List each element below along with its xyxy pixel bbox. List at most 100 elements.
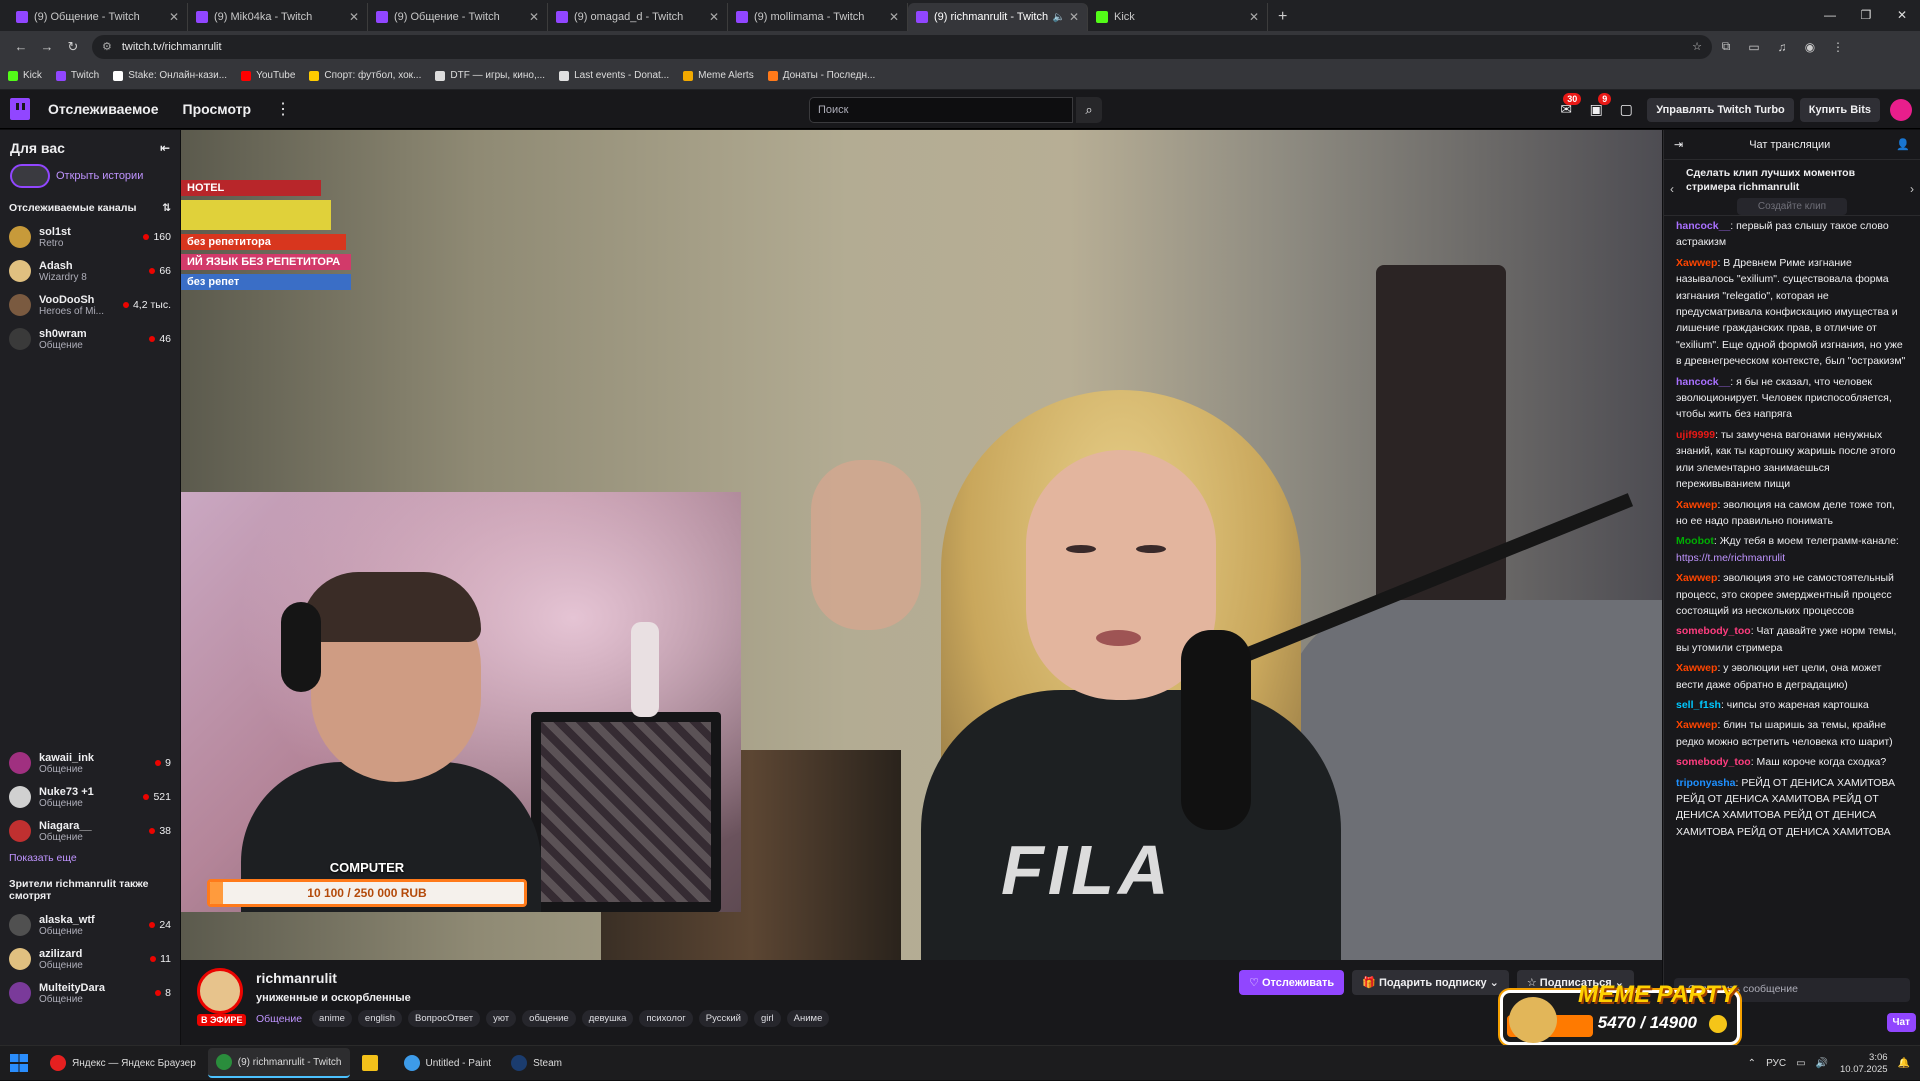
browser-tab[interactable]: Kick ✕ — [1088, 3, 1268, 31]
chat-username[interactable]: triponyasha — [1676, 777, 1736, 789]
taskbar-app[interactable]: Untitled - Paint — [396, 1048, 500, 1078]
windows-start-icon[interactable] — [10, 1054, 28, 1072]
stream-tag[interactable]: girl — [753, 1010, 781, 1027]
tray-chevron-icon[interactable]: ⌃ — [1748, 1058, 1756, 1069]
taskbar-app[interactable] — [354, 1048, 392, 1078]
buy-bits-button[interactable]: Купить Bits — [1799, 97, 1880, 122]
turbo-button[interactable]: Управлять Twitch Turbo — [1647, 97, 1794, 122]
bookmark-item[interactable]: Meme Alerts — [683, 70, 754, 81]
stream-tag[interactable]: Русский — [698, 1010, 748, 1027]
video-player[interactable]: HOTEL без репетитора ИЙ ЯЗЫК БЕЗ РЕПЕТИТ… — [181, 130, 1662, 960]
extensions-icon[interactable]: ⧉ — [1712, 39, 1740, 54]
search-input[interactable]: Поиск — [809, 97, 1073, 123]
browser-tab[interactable]: (9) richmanrulit - Twitch 🔈 ✕ — [908, 3, 1088, 31]
chat-username[interactable]: Moobot — [1676, 535, 1714, 547]
volume-icon[interactable]: 🔊 — [1816, 1058, 1828, 1069]
bookmark-item[interactable]: Kick — [8, 70, 42, 81]
stream-tag[interactable]: психолог — [639, 1010, 693, 1027]
stories-button[interactable]: Открыть истории — [0, 162, 180, 196]
url-field[interactable]: ⚙ twitch.tv/richmanrulit ☆ — [92, 34, 1712, 59]
chat-username[interactable]: sell_f1sh — [1676, 699, 1721, 711]
stream-tag[interactable]: уют — [486, 1010, 517, 1027]
chat-username[interactable]: Хаwwер — [1676, 662, 1717, 674]
bookmark-item[interactable]: Stake: Онлайн-кази... — [113, 70, 227, 81]
nav-browse[interactable]: Просмотр — [183, 101, 252, 117]
close-tab-icon[interactable]: ✕ — [529, 10, 539, 24]
chat-send-button[interactable]: Чат — [1886, 1013, 1916, 1032]
clock[interactable]: 3:06 10.07.2025 — [1840, 1052, 1888, 1076]
stream-tag[interactable]: ВопросОтвет — [408, 1010, 481, 1027]
follow-button[interactable]: ♡ Отслеживать — [1239, 970, 1345, 995]
chat-username[interactable]: Хаwwер — [1676, 719, 1717, 731]
bookmark-star-icon[interactable]: ☆ — [1692, 40, 1702, 53]
collapse-chat-icon[interactable]: ⇥ — [1674, 138, 1683, 151]
browser-tab[interactable]: (9) Mik04ka - Twitch ✕ — [188, 3, 368, 31]
stream-tag[interactable]: Аниме — [786, 1010, 830, 1027]
chat-username[interactable]: hancock__ — [1676, 376, 1730, 388]
close-tab-icon[interactable]: ✕ — [349, 10, 359, 24]
streamer-name[interactable]: richmanrulit — [256, 970, 337, 986]
bookmark-item[interactable]: DTF — игры, кино,... — [435, 70, 545, 81]
sidebar-channel[interactable]: Nuke73 +1 Общение 521 — [0, 780, 180, 814]
chat-username[interactable]: Хаwwер — [1676, 257, 1717, 269]
browser-tab[interactable]: (9) omagad_d - Twitch ✕ — [548, 3, 728, 31]
browser-menu-icon[interactable]: ⋮ — [1824, 40, 1852, 54]
forward-icon[interactable]: → — [34, 39, 60, 54]
taskbar-app[interactable]: (9) richmanrulit - Twitch — [207, 1048, 350, 1078]
close-tab-icon[interactable]: ✕ — [1249, 10, 1259, 24]
back-icon[interactable]: ← — [8, 39, 34, 54]
bookmark-item[interactable]: Спорт: футбол, хок... — [309, 70, 421, 81]
twitch-logo-icon[interactable] — [10, 98, 30, 120]
media-icon[interactable]: ♫ — [1768, 40, 1796, 54]
streamer-avatar[interactable] — [197, 968, 243, 1014]
whispers-icon[interactable]: ▢ — [1611, 101, 1641, 118]
sidebar-channel[interactable]: sol1st Retro 160 — [0, 220, 180, 254]
close-tab-icon[interactable]: ✕ — [889, 10, 899, 24]
chat-username[interactable]: Хаwwер — [1676, 499, 1717, 511]
show-more-link[interactable]: Показать еще — [0, 848, 180, 872]
language-indicator[interactable]: РУС — [1766, 1058, 1786, 1069]
browser-tab[interactable]: (9) Общение - Twitch ✕ — [8, 3, 188, 31]
chat-username[interactable]: somebody_too — [1676, 625, 1751, 637]
stream-tag[interactable]: девушка — [581, 1010, 634, 1027]
sidebar-channel[interactable]: sh0wram Общение 46 — [0, 322, 180, 356]
close-tab-icon[interactable]: ✕ — [1069, 10, 1079, 24]
chat-username[interactable]: Хаwwер — [1676, 572, 1717, 584]
stream-tag[interactable]: общение — [522, 1010, 576, 1027]
chat-username[interactable]: ujif9999 — [1676, 429, 1715, 441]
taskbar-app[interactable]: Яндекс — Яндекс Браузер — [42, 1048, 204, 1078]
stream-tag[interactable]: english — [357, 1010, 403, 1027]
site-info-icon[interactable]: ⚙ — [102, 40, 112, 53]
sidebar-toggle-icon[interactable]: ▭ — [1740, 40, 1768, 54]
profile-icon[interactable]: ◉ — [1796, 40, 1824, 54]
minimize-button[interactable]: — — [1812, 0, 1848, 31]
taskbar-app[interactable]: Steam — [503, 1048, 570, 1078]
collapse-sidebar-icon[interactable]: ⇤ — [160, 141, 170, 155]
chat-username[interactable]: hancock__ — [1676, 220, 1730, 232]
tab-audio-icon[interactable]: 🔈 — [1052, 12, 1064, 23]
sidebar-channel[interactable]: alaska_wtf Общение 24 — [0, 908, 180, 942]
sort-icon[interactable]: ⇅ — [162, 202, 171, 214]
notifications-icon[interactable]: ▣ 9 — [1581, 93, 1612, 118]
bookmark-item[interactable]: Twitch — [55, 70, 99, 81]
sidebar-channel[interactable]: MulteityDara Общение 8 — [0, 976, 180, 1010]
sidebar-channel[interactable]: VooDooSh Heroes of Mi... 4,2 тыс. — [0, 288, 180, 322]
chevron-right-icon[interactable]: › — [1910, 182, 1914, 196]
user-avatar[interactable] — [1890, 98, 1912, 121]
notification-center-icon[interactable]: 🔔 — [1898, 1058, 1910, 1069]
network-icon[interactable]: ▭ — [1796, 1058, 1805, 1069]
sidebar-channel[interactable]: Niagara__ Общение 38 — [0, 814, 180, 848]
sidebar-channel[interactable]: kawaii_ink Общение 9 — [0, 746, 180, 780]
chevron-left-icon[interactable]: ‹ — [1670, 182, 1674, 196]
maximize-button[interactable]: ❐ — [1848, 0, 1884, 31]
chat-link[interactable]: https://t.me/richmanrulit — [1676, 552, 1785, 564]
stream-category[interactable]: Общение — [256, 1013, 302, 1025]
new-tab-icon[interactable]: + — [1268, 3, 1297, 31]
search-icon[interactable]: ⌕ — [1076, 97, 1102, 123]
chat-users-icon[interactable]: 👤 — [1896, 138, 1910, 151]
create-clip-button[interactable]: Создайте клип — [1737, 198, 1847, 215]
bookmark-item[interactable]: YouTube — [241, 70, 295, 81]
sidebar-channel[interactable]: Adash Wizardry 8 66 — [0, 254, 180, 288]
close-tab-icon[interactable]: ✕ — [169, 10, 179, 24]
browser-tab[interactable]: (9) Общение - Twitch ✕ — [368, 3, 548, 31]
